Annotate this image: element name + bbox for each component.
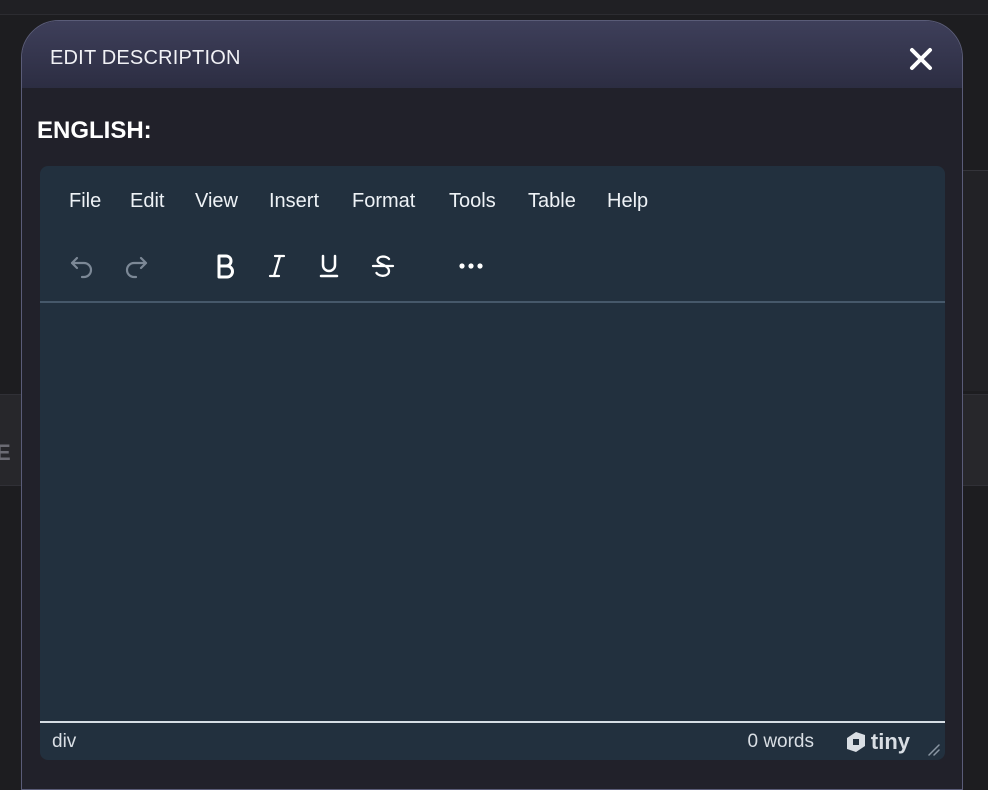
bold-button[interactable] bbox=[209, 250, 241, 282]
redo-icon bbox=[125, 256, 148, 279]
edit-description-dialog: EDIT DESCRIPTION ENGLISH: File Edit View… bbox=[21, 20, 963, 790]
underline-button[interactable] bbox=[313, 250, 345, 282]
menu-tools[interactable]: Tools bbox=[449, 190, 496, 213]
tiny-logo-icon bbox=[846, 732, 865, 752]
strikethrough-icon bbox=[371, 255, 395, 277]
brand-name: tiny bbox=[870, 729, 910, 754]
editor-toolbar bbox=[40, 236, 945, 303]
menu-insert[interactable]: Insert bbox=[269, 190, 319, 213]
close-button[interactable] bbox=[908, 46, 934, 72]
dialog-header: EDIT DESCRIPTION bbox=[22, 21, 962, 88]
italic-button[interactable] bbox=[261, 250, 293, 282]
close-icon bbox=[910, 48, 932, 70]
menu-help[interactable]: Help bbox=[607, 190, 648, 213]
underline-icon bbox=[319, 254, 339, 278]
word-count[interactable]: 0 words bbox=[747, 731, 814, 753]
rich-text-editor: File Edit View Insert Format Tools Table… bbox=[40, 166, 945, 760]
undo-icon bbox=[70, 256, 93, 279]
bold-icon bbox=[217, 254, 234, 279]
background-letter: E bbox=[0, 440, 11, 465]
more-button[interactable] bbox=[455, 250, 487, 282]
editor-statusbar: div 0 words tiny bbox=[40, 721, 945, 760]
undo-button[interactable] bbox=[66, 250, 98, 282]
language-label: ENGLISH: bbox=[37, 117, 152, 144]
menu-table[interactable]: Table bbox=[528, 190, 576, 213]
strikethrough-button[interactable] bbox=[367, 250, 399, 282]
redo-button[interactable] bbox=[120, 250, 152, 282]
menu-format[interactable]: Format bbox=[352, 190, 415, 213]
editor-content[interactable] bbox=[40, 303, 945, 722]
dialog-title: EDIT DESCRIPTION bbox=[50, 47, 241, 69]
resize-handle[interactable] bbox=[926, 742, 940, 756]
more-icon bbox=[459, 263, 483, 269]
italic-icon bbox=[268, 254, 286, 278]
editor-menubar: File Edit View Insert Format Tools Table… bbox=[40, 166, 945, 236]
menu-file[interactable]: File bbox=[69, 190, 101, 213]
element-path[interactable]: div bbox=[52, 731, 76, 753]
background-panel bbox=[962, 170, 988, 391]
tiny-brand-link[interactable]: tiny bbox=[845, 729, 910, 755]
menu-edit[interactable]: Edit bbox=[130, 190, 164, 213]
resize-grip-icon bbox=[928, 744, 940, 756]
background-topbar bbox=[0, 0, 988, 15]
menu-view[interactable]: View bbox=[195, 190, 238, 213]
